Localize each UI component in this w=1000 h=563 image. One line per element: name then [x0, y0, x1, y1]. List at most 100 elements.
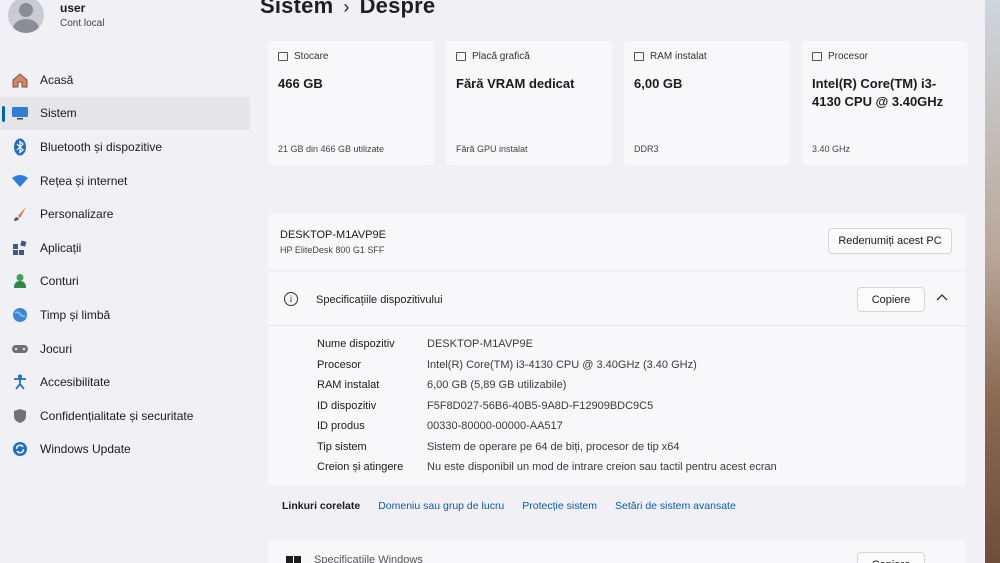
windows-specs-panel[interactable]: Specificațiile Windows Copiere — [268, 540, 966, 563]
sidebar-item-label: Aplicații — [40, 240, 82, 255]
sidebar-item-gaming[interactable]: Jocuri — [0, 332, 250, 366]
sidebar-item-time-language[interactable]: Timp și limbă — [0, 298, 250, 332]
card-subtitle: 3.40 GHz — [812, 144, 851, 154]
spec-value: Sistem de operare pe 64 de biți, proceso… — [427, 440, 680, 453]
device-specs-panel: i Specificațiile dispozitivului Copiere … — [268, 272, 966, 486]
spec-label: Creion și atingere — [317, 461, 404, 474]
sidebar-item-label: Acasă — [40, 72, 74, 87]
sidebar-item-accessibility[interactable]: Accesibilitate — [0, 365, 250, 399]
spec-row: Procesor Intel(R) Core(TM) i3-4130 CPU @… — [317, 355, 777, 376]
breadcrumb-parent[interactable]: Sistem — [260, 0, 333, 18]
device-specs-list: Nume dispozitiv DESKTOP-M1AVP9E Procesor… — [317, 334, 777, 478]
card-title: Placă grafică — [472, 51, 530, 62]
card-header: Placă grafică — [456, 51, 602, 62]
card-title: RAM instalat — [650, 51, 707, 62]
processor-card[interactable]: Procesor Intel(R) Core(TM) i3-4130 CPU @… — [802, 41, 968, 165]
spec-label: Procesor — [317, 358, 362, 371]
user-profile[interactable]: user Cont local — [8, 0, 104, 40]
spec-label: Tip sistem — [317, 440, 367, 453]
copy-button[interactable]: Copiere — [857, 287, 925, 312]
gpu-icon — [456, 52, 466, 61]
sidebar-item-bluetooth[interactable]: Bluetooth și dispozitive — [0, 130, 250, 164]
system-icon — [10, 103, 30, 123]
windows-logo-icon — [286, 556, 302, 563]
card-header: Procesor — [812, 51, 958, 62]
sidebar-item-label: Confidențialitate și securitate — [40, 408, 194, 423]
brush-icon — [10, 204, 30, 224]
user-account-type: Cont local — [60, 18, 105, 29]
spec-value: 6,00 GB (5,89 GB utilizabile) — [427, 379, 567, 392]
apps-icon — [10, 238, 30, 258]
sidebar-item-system[interactable]: Sistem — [0, 96, 250, 131]
copy-button[interactable]: Copiere — [857, 552, 925, 563]
card-subtitle: DDR3 — [634, 144, 659, 154]
sidebar-item-label: Bluetooth și dispozitive — [40, 139, 163, 154]
page-title: Despre — [359, 0, 436, 18]
related-links: Linkuri corelate Domeniu sau grup de luc… — [282, 500, 754, 512]
update-icon — [10, 439, 30, 459]
storage-icon — [278, 52, 288, 61]
spec-label: RAM instalat — [317, 379, 380, 392]
sidebar-item-label: Conturi — [40, 274, 79, 289]
sidebar-item-label: Timp și limbă — [40, 307, 111, 322]
storage-card[interactable]: Stocare 466 GB 21 GB din 466 GB utilizat… — [268, 41, 434, 165]
desktop-background — [985, 0, 1000, 563]
accessibility-icon — [10, 372, 30, 392]
card-subtitle: 21 GB din 466 GB utilizate — [278, 144, 385, 154]
ram-card[interactable]: RAM instalat 6,00 GB DDR3 — [624, 41, 790, 165]
ram-icon — [634, 52, 644, 61]
sidebar-item-network[interactable]: Rețea și internet — [0, 164, 250, 198]
pc-name-panel: DESKTOP-M1AVP9E HP EliteDesk 800 G1 SFF … — [268, 214, 966, 270]
advanced-system-settings-link[interactable]: Setări de sistem avansate — [615, 500, 736, 512]
breadcrumb-separator: › — [343, 0, 350, 17]
sidebar-item-apps[interactable]: Aplicații — [0, 231, 250, 265]
sidebar-item-accounts[interactable]: Conturi — [0, 265, 250, 299]
cpu-icon — [812, 52, 822, 61]
card-value: 466 GB — [278, 76, 323, 91]
spec-value: Intel(R) Core(TM) i3-4130 CPU @ 3.40GHz … — [427, 358, 697, 371]
spec-row: Creion și atingere Nu este disponibil un… — [317, 457, 777, 478]
gamepad-icon — [10, 339, 30, 359]
device-specs-header[interactable]: i Specificațiile dispozitivului Copiere — [268, 272, 966, 326]
spec-label: Nume dispozitiv — [317, 338, 395, 351]
domain-workgroup-link[interactable]: Domeniu sau grup de lucru — [378, 500, 504, 512]
sidebar-item-label: Windows Update — [40, 442, 131, 457]
card-header: RAM instalat — [634, 51, 780, 62]
sidebar: user Cont local Acasă Sistem Bluetooth ș… — [0, 0, 250, 563]
system-protection-link[interactable]: Protecție sistem — [522, 500, 597, 512]
spec-row: Tip sistem Sistem de operare pe 64 de bi… — [317, 437, 777, 458]
spec-row: Nume dispozitiv DESKTOP-M1AVP9E — [317, 334, 777, 355]
spec-row: ID produs 00330-80000-00000-AA517 — [317, 416, 777, 437]
sidebar-item-personalization[interactable]: Personalizare — [0, 197, 250, 231]
sidebar-item-windows-update[interactable]: Windows Update — [0, 433, 250, 467]
spec-row: RAM instalat 6,00 GB (5,89 GB utilizabil… — [317, 375, 777, 396]
bluetooth-icon — [10, 137, 30, 157]
breadcrumb: Sistem › Despre — [260, 0, 435, 19]
related-links-label: Linkuri corelate — [282, 500, 361, 512]
card-header: Stocare — [278, 51, 424, 62]
card-value: 6,00 GB — [634, 76, 683, 91]
sidebar-item-label: Rețea și internet — [40, 173, 128, 188]
spec-row: ID dispozitiv F5F8D027-56B6-40B5-9A8D-F1… — [317, 396, 777, 417]
sidebar-item-privacy[interactable]: Confidențialitate și securitate — [0, 399, 250, 433]
chevron-up-icon[interactable] — [936, 290, 948, 304]
sidebar-item-label: Personalizare — [40, 207, 114, 222]
card-subtitle: Fără GPU instalat — [456, 144, 528, 154]
sidebar-nav: Acasă Sistem Bluetooth și dispozitive Re… — [0, 63, 250, 466]
card-value: Fără VRAM dedicat — [456, 76, 575, 91]
gpu-card[interactable]: Placă grafică Fără VRAM dedicat Fără GPU… — [446, 41, 612, 165]
pc-name: DESKTOP-M1AVP9E — [280, 229, 386, 241]
windows-specs-title: Specificațiile Windows — [314, 554, 423, 563]
device-specs-title: Specificațiile dispozitivului — [316, 294, 443, 306]
main-content: Sistem › Despre Stocare 466 GB 21 GB din 4… — [260, 0, 985, 563]
spec-label: ID dispozitiv — [317, 399, 377, 412]
settings-window: user Cont local Acasă Sistem Bluetooth ș… — [0, 0, 985, 563]
card-title: Stocare — [294, 51, 329, 62]
sidebar-item-label: Sistem — [40, 106, 77, 121]
sidebar-item-home[interactable]: Acasă — [0, 63, 250, 97]
rename-pc-button[interactable]: Redenumiți acest PC — [828, 228, 952, 254]
user-name: user — [60, 1, 86, 15]
pc-model: HP EliteDesk 800 G1 SFF — [280, 245, 385, 255]
avatar — [8, 0, 44, 33]
sidebar-item-label: Jocuri — [40, 341, 73, 356]
